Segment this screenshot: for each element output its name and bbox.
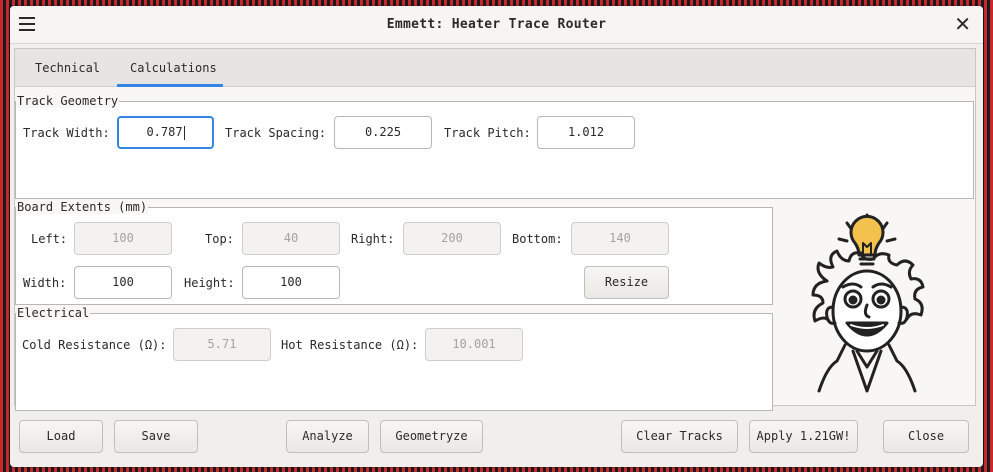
top-input: 40 [242, 222, 340, 255]
app-window: Emmett: Heater Trace Router ✕ Technical … [10, 6, 983, 467]
width-label: Width: [23, 276, 67, 290]
top-label: Top: [205, 232, 234, 246]
track-spacing-label: Track Spacing: [225, 126, 327, 140]
tab-bar: Technical Calculations [15, 49, 975, 87]
tab-calculations[interactable]: Calculations [130, 61, 217, 75]
bottom-label: Bottom: [512, 232, 563, 246]
height-label: Height: [184, 276, 235, 290]
track-width-input[interactable]: 0.787 [117, 116, 214, 149]
bottom-input: 140 [571, 222, 669, 255]
close-icon[interactable]: ✕ [954, 13, 971, 35]
analyze-button[interactable]: Analyze [286, 420, 369, 453]
board-extents-group: Board Extents (mm) Left: 100 Top: 40 Rig… [15, 200, 773, 305]
track-geometry-group: Track Geometry Track Width: 0.787 Track … [15, 94, 974, 199]
track-pitch-label: Track Pitch: [444, 126, 531, 140]
right-input: 200 [403, 222, 501, 255]
resize-button[interactable]: Resize [584, 266, 669, 299]
load-button[interactable]: Load [19, 420, 103, 453]
title-bar: Emmett: Heater Trace Router ✕ [10, 6, 983, 44]
geometryze-button[interactable]: Geometryze [380, 420, 483, 453]
main-panel: Technical Calculations Track Geometry Tr… [14, 48, 976, 411]
track-pitch-input[interactable]: 1.012 [537, 116, 635, 149]
height-input[interactable]: 100 [242, 266, 340, 299]
active-tab-indicator [117, 84, 223, 87]
track-width-label: Track Width: [23, 126, 110, 140]
clear-tracks-button[interactable]: Clear Tracks [621, 420, 738, 453]
electrical-legend: Electrical [16, 306, 91, 320]
text-caret [183, 125, 185, 140]
track-width-value: 0.787 [146, 125, 183, 139]
window-title: Emmett: Heater Trace Router [386, 17, 607, 32]
electrical-group: Electrical Cold Resistance (Ω): 5.71 Hot… [15, 306, 773, 411]
width-input[interactable]: 100 [74, 266, 172, 299]
save-button[interactable]: Save [114, 420, 198, 453]
hot-resistance-label: Hot Resistance (Ω): [281, 338, 419, 352]
right-label: Right: [351, 232, 395, 246]
apply-button[interactable]: Apply 1.21GW! [749, 420, 858, 453]
track-spacing-input[interactable]: 0.225 [334, 116, 432, 149]
left-input: 100 [74, 222, 172, 255]
track-geometry-legend: Track Geometry [16, 94, 120, 108]
cold-resistance-input: 5.71 [173, 328, 271, 361]
tab-technical[interactable]: Technical [35, 61, 100, 75]
close-button[interactable]: Close [883, 420, 969, 453]
cold-resistance-label: Cold Resistance (Ω): [22, 338, 167, 352]
hot-resistance-input: 10.001 [425, 328, 523, 361]
board-extents-legend: Board Extents (mm) [16, 200, 149, 214]
left-label: Left: [31, 232, 68, 246]
scientist-lightbulb-icon [811, 213, 925, 393]
